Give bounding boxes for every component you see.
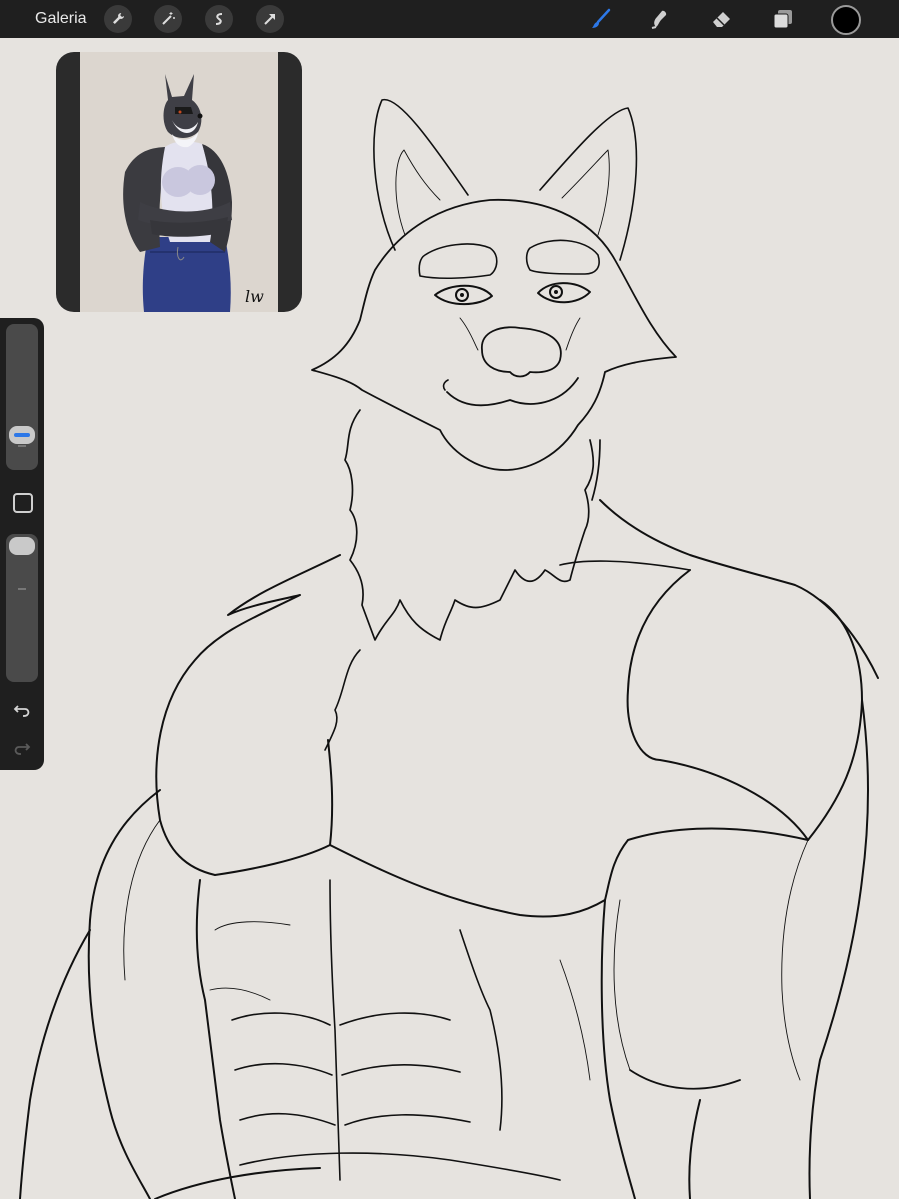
slider-tick	[18, 588, 26, 590]
opacity-knob[interactable]	[9, 537, 35, 555]
layers-icon	[773, 10, 792, 29]
left-ear	[373, 98, 469, 251]
left-forearm	[19, 929, 91, 1199]
reference-image: lw	[80, 52, 278, 312]
left-brow	[418, 243, 498, 280]
head-outline	[311, 198, 677, 471]
smudge-icon	[651, 10, 667, 29]
undo-icon	[13, 705, 30, 717]
selection-button[interactable]	[205, 5, 233, 33]
brush-icon	[592, 8, 611, 28]
eraser-icon	[713, 12, 730, 27]
top-toolbar: Galeria	[0, 0, 899, 38]
redo-icon	[14, 743, 31, 755]
smudge-tool[interactable]	[646, 6, 672, 32]
right-brow	[525, 239, 600, 275]
right-ear	[539, 107, 638, 261]
selection-icon	[215, 13, 223, 25]
gallery-button[interactable]: Galeria	[35, 10, 87, 28]
eraser-tool[interactable]	[709, 6, 735, 32]
redo-button[interactable]	[12, 738, 32, 758]
left-arm	[87, 789, 161, 1199]
brush-tool[interactable]	[588, 6, 614, 32]
mouth	[446, 377, 579, 407]
left-pec	[214, 739, 334, 876]
right-arm	[808, 699, 869, 1199]
magic-wand-icon	[162, 12, 175, 25]
transform-button[interactable]	[256, 5, 284, 33]
neck-right	[599, 499, 879, 679]
reference-window[interactable]: lw	[56, 52, 302, 312]
transform-arrow-icon	[264, 14, 275, 25]
brush-size-slider[interactable]	[6, 324, 38, 470]
left-sidebar	[0, 318, 44, 770]
wrench-icon	[113, 13, 124, 24]
abs-outline	[195, 879, 236, 1199]
slider-tick	[18, 445, 26, 447]
actions-button[interactable]	[104, 5, 132, 33]
brush-size-knob[interactable]	[9, 426, 35, 444]
active-indicator	[14, 433, 30, 437]
undo-button[interactable]	[12, 700, 32, 720]
layers-tool[interactable]	[770, 6, 796, 32]
modify-button[interactable]	[13, 493, 33, 513]
opacity-slider[interactable]	[6, 534, 38, 682]
neck-fur	[344, 409, 595, 641]
adjustments-button[interactable]	[154, 5, 182, 33]
svg-text:lw: lw	[245, 287, 264, 306]
color-swatch[interactable]	[831, 5, 861, 35]
left-shoulder	[155, 554, 341, 876]
nose	[481, 326, 562, 378]
right-pec-outline	[626, 569, 863, 841]
